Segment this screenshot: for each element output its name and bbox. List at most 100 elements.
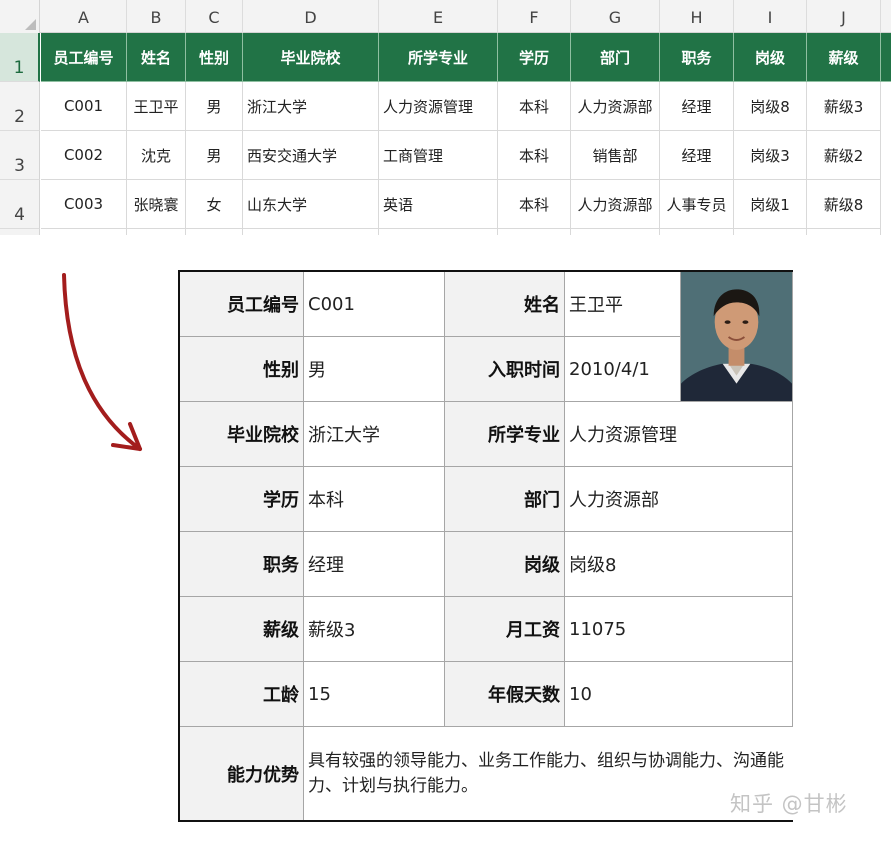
header-cell-major[interactable]: 所学专业 [379, 33, 498, 82]
cell-c2[interactable]: 男 [186, 82, 243, 131]
cell-f2[interactable]: 本科 [498, 82, 571, 131]
value-salary-level[interactable]: 薪级3 [304, 597, 445, 662]
row-header-1[interactable]: 1 [0, 33, 40, 82]
value-major[interactable]: 人力资源管理 [565, 402, 793, 467]
column-header-c[interactable]: C [186, 0, 243, 33]
header-cell-name[interactable]: 姓名 [127, 33, 186, 82]
value-gender[interactable]: 男 [304, 337, 445, 402]
label-monthly-salary: 月工资 [445, 597, 565, 662]
label-seniority: 工龄 [180, 662, 304, 727]
value-department[interactable]: 人力资源部 [565, 467, 793, 532]
value-school[interactable]: 浙江大学 [304, 402, 445, 467]
column-header-h[interactable]: H [660, 0, 734, 33]
cell-d4[interactable]: 山东大学 [243, 180, 379, 229]
cell-f5[interactable] [498, 229, 571, 235]
row-header-4[interactable]: 4 [0, 180, 40, 229]
label-employee-id: 员工编号 [180, 272, 304, 337]
column-header-e[interactable]: E [379, 0, 498, 33]
cell-f3[interactable]: 本科 [498, 131, 571, 180]
value-seniority[interactable]: 15 [304, 662, 445, 727]
cell-g4[interactable]: 人力资源部 [571, 180, 660, 229]
value-education[interactable]: 本科 [304, 467, 445, 532]
employee-info-card: 员工编号 C001 姓名 王卫平 性别 男 入职时间 2010/4/1 毕业院校… [178, 270, 793, 822]
column-header-a[interactable]: A [41, 0, 127, 33]
cell-g5[interactable] [571, 229, 660, 235]
cell-i5[interactable] [734, 229, 807, 235]
label-salary-level: 薪级 [180, 597, 304, 662]
label-major: 所学专业 [445, 402, 565, 467]
cell-j5[interactable] [807, 229, 881, 235]
cell-c4[interactable]: 女 [186, 180, 243, 229]
header-cell-position[interactable]: 职务 [660, 33, 734, 82]
employee-photo [681, 272, 793, 402]
column-header-i[interactable]: I [734, 0, 807, 33]
header-cell-overflow[interactable] [881, 33, 891, 82]
cell-h2[interactable]: 经理 [660, 82, 734, 131]
curved-arrow-icon [62, 273, 142, 451]
value-strengths[interactable]: 具有较强的领导能力、业务工作能力、组织与协调能力、沟通能力、计划与执行能力。 [304, 727, 793, 820]
cell-g3[interactable]: 销售部 [571, 131, 660, 180]
label-gender: 性别 [180, 337, 304, 402]
label-strengths: 能力优势 [180, 727, 304, 820]
label-annual-leave: 年假天数 [445, 662, 565, 727]
label-hire-date: 入职时间 [445, 337, 565, 402]
cell-e5[interactable] [379, 229, 498, 235]
column-header-d[interactable]: D [243, 0, 379, 33]
label-post-level: 岗级 [445, 532, 565, 597]
value-name[interactable]: 王卫平 [565, 272, 681, 337]
cell-a3[interactable]: C002 [41, 131, 127, 180]
header-cell-post-level[interactable]: 岗级 [734, 33, 807, 82]
select-all-corner[interactable] [0, 0, 40, 33]
cell-h4[interactable]: 人事专员 [660, 180, 734, 229]
row-header-2[interactable]: 2 [0, 82, 40, 131]
label-department: 部门 [445, 467, 565, 532]
value-monthly-salary[interactable]: 11075 [565, 597, 793, 662]
header-cell-gender[interactable]: 性别 [186, 33, 243, 82]
cell-j2[interactable]: 薪级3 [807, 82, 881, 131]
cell-c3[interactable]: 男 [186, 131, 243, 180]
cell-b3[interactable]: 沈克 [127, 131, 186, 180]
header-cell-education[interactable]: 学历 [498, 33, 571, 82]
cell-b2[interactable]: 王卫平 [127, 82, 186, 131]
label-name: 姓名 [445, 272, 565, 337]
cell-e4[interactable]: 英语 [379, 180, 498, 229]
value-position[interactable]: 经理 [304, 532, 445, 597]
cell-i2[interactable]: 岗级8 [734, 82, 807, 131]
label-position: 职务 [180, 532, 304, 597]
cell-j4[interactable]: 薪级8 [807, 180, 881, 229]
cell-a4[interactable]: C003 [41, 180, 127, 229]
cell-d5[interactable] [243, 229, 379, 235]
cell-h3[interactable]: 经理 [660, 131, 734, 180]
cell-i4[interactable]: 岗级1 [734, 180, 807, 229]
row-header-3[interactable]: 3 [0, 131, 40, 180]
value-annual-leave[interactable]: 10 [565, 662, 793, 727]
portrait-image [681, 272, 792, 401]
cell-e3[interactable]: 工商管理 [379, 131, 498, 180]
cell-h5[interactable] [660, 229, 734, 235]
value-hire-date[interactable]: 2010/4/1 [565, 337, 681, 402]
spreadsheet: A B C D E F G H I J 1 2 3 4 员工编号 姓名 性别 毕… [0, 0, 891, 235]
column-header-g[interactable]: G [571, 0, 660, 33]
header-cell-department[interactable]: 部门 [571, 33, 660, 82]
cell-e2[interactable]: 人力资源管理 [379, 82, 498, 131]
label-school: 毕业院校 [180, 402, 304, 467]
cell-i3[interactable]: 岗级3 [734, 131, 807, 180]
column-header-b[interactable]: B [127, 0, 186, 33]
column-header-j[interactable]: J [807, 0, 881, 33]
column-header-f[interactable]: F [498, 0, 571, 33]
value-employee-id[interactable]: C001 [304, 272, 445, 337]
watermark: 知乎 @甘彬 [730, 792, 848, 816]
label-education: 学历 [180, 467, 304, 532]
cell-f4[interactable]: 本科 [498, 180, 571, 229]
cell-g2[interactable]: 人力资源部 [571, 82, 660, 131]
value-post-level[interactable]: 岗级8 [565, 532, 793, 597]
cell-c5[interactable] [186, 229, 243, 235]
header-cell-salary-level[interactable]: 薪级 [807, 33, 881, 82]
cell-j3[interactable]: 薪级2 [807, 131, 881, 180]
header-cell-id[interactable]: 员工编号 [41, 33, 127, 82]
header-cell-school[interactable]: 毕业院校 [243, 33, 379, 82]
cell-d2[interactable]: 浙江大学 [243, 82, 379, 131]
cell-d3[interactable]: 西安交通大学 [243, 131, 379, 180]
cell-b4[interactable]: 张晓寰 [127, 180, 186, 229]
cell-a2[interactable]: C001 [41, 82, 127, 131]
